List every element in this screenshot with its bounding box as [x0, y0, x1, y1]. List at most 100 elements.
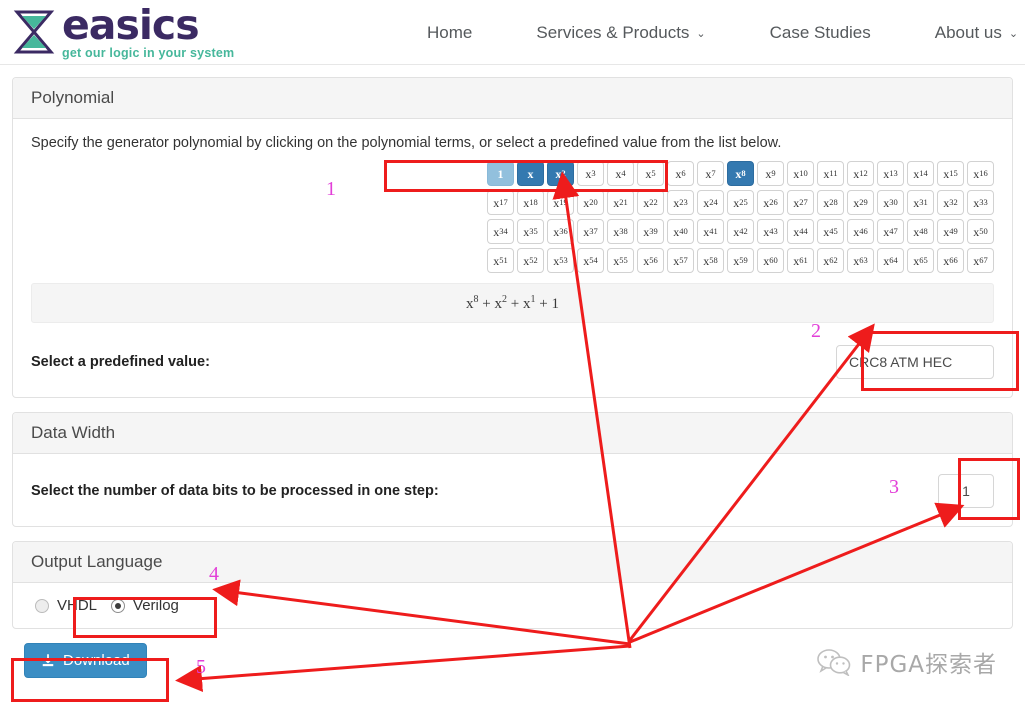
- data-width-panel-body: Select the number of data bits to be pro…: [13, 454, 1012, 526]
- radio-vhdl-indicator[interactable]: [35, 598, 49, 613]
- annotation-number-1: 1: [326, 178, 336, 200]
- polynomial-term-x14[interactable]: x 14: [907, 161, 934, 186]
- polynomial-term-x39[interactable]: x 39: [637, 219, 664, 244]
- polynomial-panel-title: Polynomial: [13, 78, 1012, 119]
- chevron-down-icon: ⌄: [1008, 28, 1019, 40]
- polynomial-term-x23[interactable]: x 23: [667, 190, 694, 215]
- polynomial-term-x33[interactable]: x 33: [967, 190, 994, 215]
- site-header: easics get our logic in your system Home…: [0, 0, 1025, 65]
- polynomial-term-x57[interactable]: x 57: [667, 248, 694, 273]
- polynomial-term-x45[interactable]: x 45: [817, 219, 844, 244]
- polynomial-term-x65[interactable]: x 65: [907, 248, 934, 273]
- nav-item-home[interactable]: Home: [395, 23, 504, 43]
- annotation-box-output-language: [73, 597, 217, 638]
- nav-label: Home: [427, 22, 473, 42]
- data-width-panel-title: Data Width: [13, 413, 1012, 454]
- polynomial-term-x59[interactable]: x 59: [727, 248, 754, 273]
- polynomial-term-x60[interactable]: x 60: [757, 248, 784, 273]
- polynomial-term-x64[interactable]: x 64: [877, 248, 904, 273]
- polynomial-term-x62[interactable]: x 62: [817, 248, 844, 273]
- nav-item-about-us[interactable]: About us ⌄: [903, 23, 1025, 43]
- nav-item-case-studies[interactable]: Case Studies: [738, 23, 903, 43]
- polynomial-formula: x8 + x2 + x1 + 1: [31, 283, 994, 323]
- annotation-box-download: [11, 658, 169, 702]
- polynomial-term-x10[interactable]: x 10: [787, 161, 814, 186]
- polynomial-term-x35[interactable]: x 35: [517, 219, 544, 244]
- polynomial-term-x9[interactable]: x9: [757, 161, 784, 186]
- polynomial-term-x25[interactable]: x 25: [727, 190, 754, 215]
- wechat-icon: [817, 649, 851, 676]
- polynomial-term-row: x 34 x 35 x 36 x 37 x 38 x 39 x 40 x 41 x 42 x 43 x 44 x 45 x 46 x…: [473, 219, 994, 244]
- output-language-panel-title: Output Language: [13, 542, 1012, 583]
- polynomial-term-x49[interactable]: x 49: [937, 219, 964, 244]
- polynomial-term-x55[interactable]: x 55: [607, 248, 634, 273]
- annotation-number-5: 5: [196, 656, 206, 678]
- polynomial-term-x52[interactable]: x 52: [517, 248, 544, 273]
- polynomial-term-x50[interactable]: x 50: [967, 219, 994, 244]
- predefined-value-label: Select a predefined value:: [31, 354, 210, 370]
- polynomial-term-x46[interactable]: x 46: [847, 219, 874, 244]
- polynomial-term-x19[interactable]: x 19: [547, 190, 574, 215]
- site-logo[interactable]: easics get our logic in your system: [0, 0, 235, 60]
- nav-label: About us: [934, 22, 1002, 42]
- polynomial-term-x38[interactable]: x 38: [607, 219, 634, 244]
- polynomial-term-x32[interactable]: x 32: [937, 190, 964, 215]
- polynomial-term-x48[interactable]: x 48: [907, 219, 934, 244]
- polynomial-term-x31[interactable]: x 31: [907, 190, 934, 215]
- polynomial-term-x30[interactable]: x 30: [877, 190, 904, 215]
- polynomial-term-x40[interactable]: x 40: [667, 219, 694, 244]
- annotation-box-predefined-select: [861, 331, 1019, 391]
- annotation-number-3: 3: [889, 476, 899, 498]
- logo-wordmark: easics: [62, 0, 200, 49]
- annotation-box-data-width: [958, 458, 1020, 520]
- polynomial-term-x56[interactable]: x 56: [637, 248, 664, 273]
- polynomial-term-x28[interactable]: x 28: [817, 190, 844, 215]
- nav-item-services-products[interactable]: Services & Products ⌄: [504, 23, 737, 43]
- polynomial-term-x20[interactable]: x 20: [577, 190, 604, 215]
- polynomial-term-x63[interactable]: x 63: [847, 248, 874, 273]
- polynomial-term-x11[interactable]: x 11: [817, 161, 844, 186]
- polynomial-term-x66[interactable]: x 66: [937, 248, 964, 273]
- polynomial-term-x24[interactable]: x 24: [697, 190, 724, 215]
- logo-tagline: get our logic in your system: [62, 45, 235, 60]
- polynomial-term-x61[interactable]: x 61: [787, 248, 814, 273]
- polynomial-term-x47[interactable]: x 47: [877, 219, 904, 244]
- polynomial-term-x18[interactable]: x 18: [517, 190, 544, 215]
- annotation-number-2: 2: [811, 320, 821, 342]
- polynomial-instruction: Specify the generator polynomial by clic…: [31, 135, 782, 151]
- polynomial-term-x54[interactable]: x 54: [577, 248, 604, 273]
- polynomial-term-x26[interactable]: x 26: [757, 190, 784, 215]
- polynomial-term-x6[interactable]: x6: [667, 161, 694, 186]
- nav-label: Case Studies: [769, 22, 871, 42]
- polynomial-term-x29[interactable]: x 29: [847, 190, 874, 215]
- polynomial-term-x44[interactable]: x 44: [787, 219, 814, 244]
- polynomial-term-x13[interactable]: x 13: [877, 161, 904, 186]
- polynomial-term-x12[interactable]: x 12: [847, 161, 874, 186]
- polynomial-term-x51[interactable]: x 51: [487, 248, 514, 273]
- polynomial-term-x43[interactable]: x 43: [757, 219, 784, 244]
- polynomial-term-x15[interactable]: x 15: [937, 161, 964, 186]
- polynomial-term-x16[interactable]: x 16: [967, 161, 994, 186]
- polynomial-term-x36[interactable]: x 36: [547, 219, 574, 244]
- polynomial-term-x34[interactable]: x 34: [487, 219, 514, 244]
- polynomial-term-x42[interactable]: x 42: [727, 219, 754, 244]
- polynomial-term-x37[interactable]: x 37: [577, 219, 604, 244]
- polynomial-term-x58[interactable]: x 58: [697, 248, 724, 273]
- polynomial-term-x22[interactable]: x 22: [637, 190, 664, 215]
- polynomial-term-x8[interactable]: x8: [727, 161, 754, 186]
- polynomial-term-x41[interactable]: x 41: [697, 219, 724, 244]
- polynomial-term-x27[interactable]: x 27: [787, 190, 814, 215]
- polynomial-term-x21[interactable]: x 21: [607, 190, 634, 215]
- watermark: FPGA探索者: [817, 645, 997, 679]
- data-width-label: Select the number of data bits to be pro…: [31, 483, 439, 499]
- polynomial-term-x17[interactable]: x 17: [487, 190, 514, 215]
- predefined-value-row: Select a predefined value: CRC8 ATM HEC: [31, 345, 994, 379]
- polynomial-term-row: x 51 x 52 x 53 x 54 x 55 x 56 x 57 x 58 x 59 x 60 x 61 x 62 x 63 x…: [473, 248, 994, 273]
- polynomial-term-x53[interactable]: x 53: [547, 248, 574, 273]
- polynomial-term-x67[interactable]: x 67: [967, 248, 994, 273]
- data-width-panel: Data Width Select the number of data bit…: [12, 412, 1013, 527]
- polynomial-term-x7[interactable]: x7: [697, 161, 724, 186]
- annotation-box-polynomial-terms: [384, 160, 668, 192]
- main-navigation: Home Services & Products ⌄ Case Studies …: [395, 0, 1025, 65]
- polynomial-term-row: x 17 x 18 x 19 x 20 x 21 x 22 x 23 x 24 x 25 x 26 x 27 x 28 x 29 x…: [473, 190, 994, 215]
